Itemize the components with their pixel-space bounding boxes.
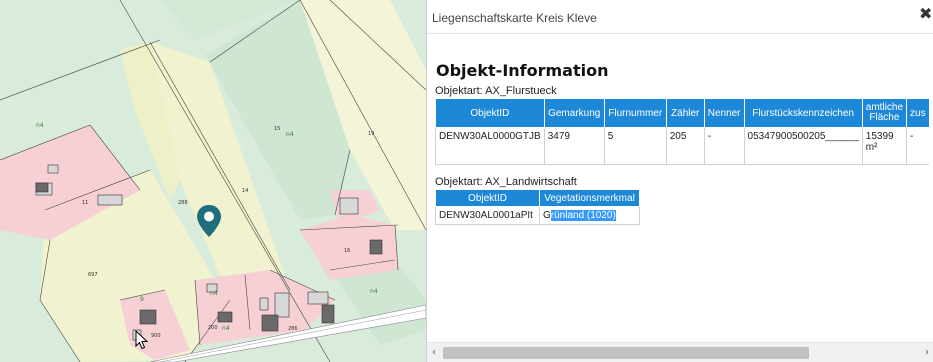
parcel-label: 11 — [82, 200, 89, 206]
selected-text: rünland (1020) — [550, 210, 616, 221]
parcel-label: n4 — [210, 290, 218, 297]
horizontal-scrollbar[interactable]: ‹ › — [427, 342, 933, 362]
landwirtschaft-table: ObjektID Vegetationsmerkmal DENW30AL0001… — [435, 189, 640, 225]
table-cell: 05347900500205______ — [743, 127, 863, 165]
table-cell: DENW30AL0000GTJB — [435, 127, 545, 165]
column-header: Vegetationsmerkmal — [539, 189, 640, 207]
scroll-right-icon[interactable]: › — [922, 347, 932, 359]
table-cell: - — [703, 127, 745, 165]
panel-title: Liegenschaftskarte Kreis Kleve — [432, 11, 597, 25]
parcel-label: n4 — [36, 122, 44, 129]
info-panel: Liegenschaftskarte Kreis Kleve ✖ Objekt-… — [426, 0, 933, 362]
parcel-label: 19 — [368, 131, 375, 137]
cadastral-map[interactable]: n4 15 n4 19 11 288 14 16 n4 697 n4 9 900… — [0, 0, 426, 362]
parcel-label: 697 — [88, 272, 98, 278]
parcel-label: 200 — [208, 325, 218, 331]
flurstueck-table: ObjektID Gemarkung Flurnummer Zähler Nen… — [435, 98, 929, 165]
parcel-label: n4 — [222, 325, 230, 332]
parcel-label: 900 — [151, 333, 161, 339]
panel-header: Liegenschaftskarte Kreis Kleve ✖ — [427, 0, 933, 34]
parcel-label: 286 — [288, 326, 298, 332]
parcel-label: 9 — [140, 296, 144, 303]
parcel-label: 15 — [274, 126, 281, 132]
parcel-label: 14 — [242, 188, 249, 194]
column-header: zus — [906, 98, 929, 128]
table-cell: DENW30AL0001aPIt — [435, 206, 540, 225]
table-cell: 15399 m² — [861, 127, 908, 165]
map-marker-icon[interactable] — [197, 205, 221, 237]
column-header: ObjektID — [435, 98, 545, 128]
table-cell: 5 — [603, 127, 667, 165]
cell-text: G — [543, 210, 551, 221]
column-header: Flurnummer — [603, 98, 667, 128]
column-header: Flurstückskennzeichen — [743, 98, 863, 128]
column-header: Nenner — [703, 98, 745, 128]
map-canvas — [0, 0, 426, 362]
page-title: Objekt-Information — [436, 61, 609, 80]
objektart-label: Objektart: AX_Landwirtschaft — [435, 176, 577, 188]
mouse-cursor-icon — [135, 330, 148, 350]
objektart-label: Objektart: AX_Flurstueck — [435, 85, 557, 97]
table-cell: - — [906, 127, 929, 165]
table-header-row: ObjektID Gemarkung Flurnummer Zähler Nen… — [435, 98, 929, 128]
table-cell[interactable]: Grünland (1020) — [539, 206, 640, 225]
parcel-label: 16 — [344, 248, 351, 254]
column-header: Gemarkung — [543, 98, 605, 128]
column-header: Zähler — [665, 98, 705, 128]
parcel-label: n4 — [286, 131, 294, 138]
table-cell: 205 — [665, 127, 705, 165]
scrollbar-thumb[interactable] — [443, 347, 809, 359]
table-header-row: ObjektID Vegetationsmerkmal — [435, 189, 640, 207]
parcel-label: 288 — [178, 200, 188, 206]
table-cell: 3479 — [543, 127, 605, 165]
table-row: DENW30AL0000GTJB 3479 5 205 - 0534790050… — [435, 127, 929, 165]
table-row: DENW30AL0001aPIt Grünland (1020) — [435, 206, 640, 225]
parcel-label: n4 — [370, 288, 378, 295]
column-header: amtliche Fläche — [861, 98, 908, 128]
column-header: ObjektID — [435, 189, 540, 207]
panel-body[interactable]: Objekt-Information Objektart: AX_Flurstu… — [427, 34, 933, 342]
scroll-left-icon[interactable]: ‹ — [429, 347, 439, 359]
close-icon[interactable]: ✖ — [919, 6, 933, 22]
